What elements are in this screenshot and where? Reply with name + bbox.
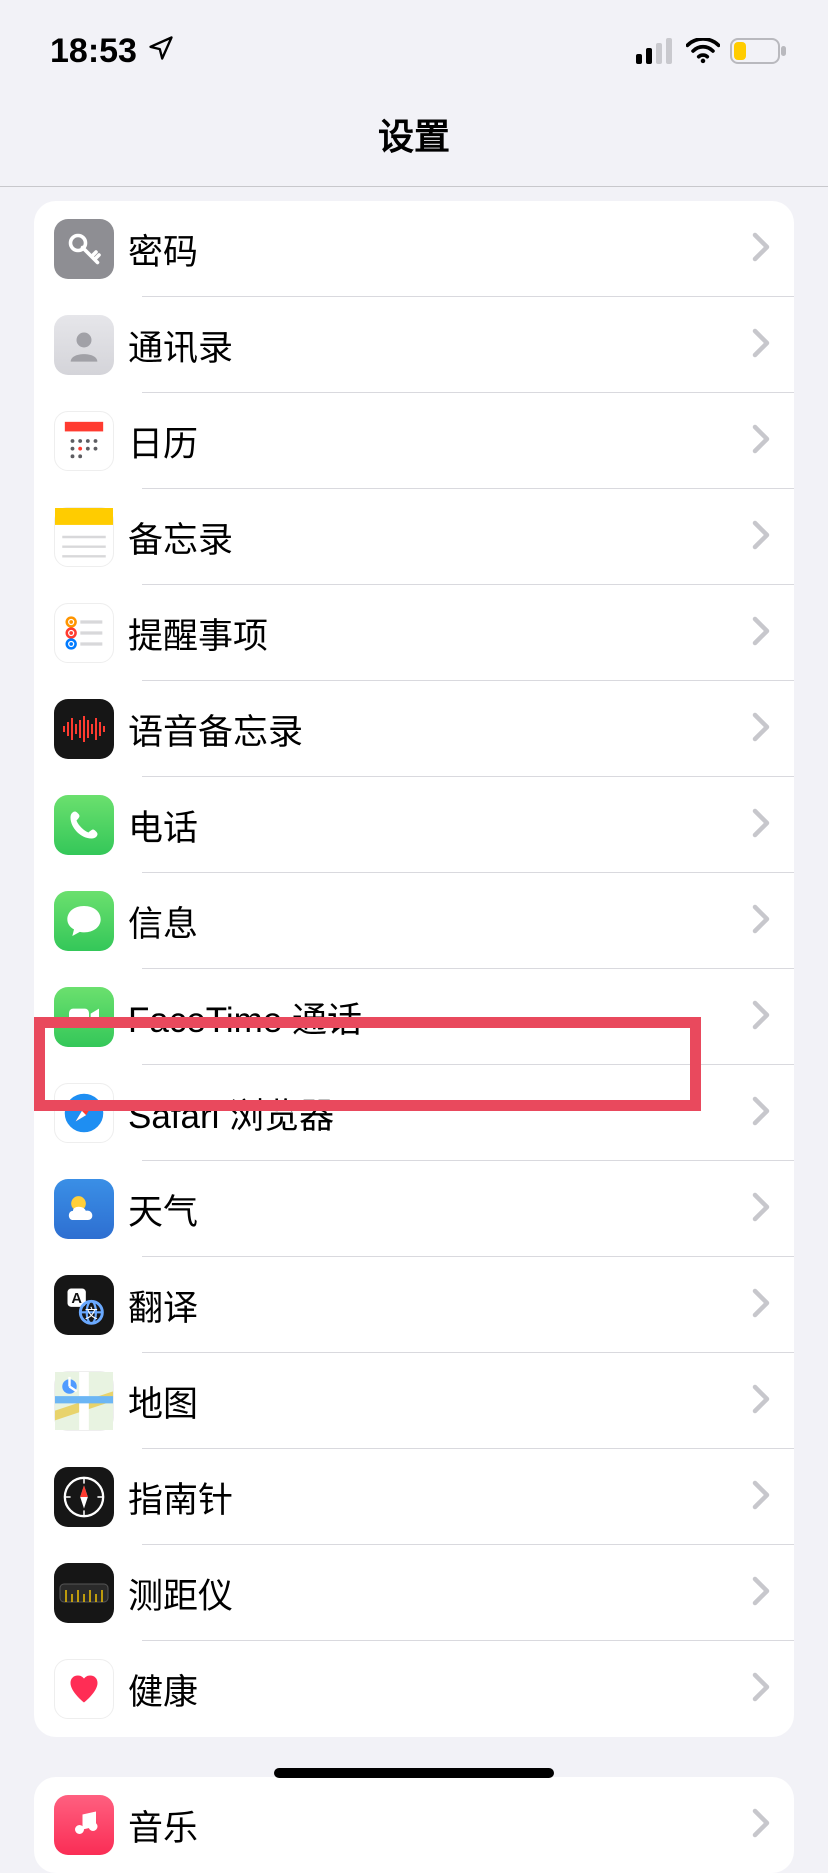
row-maps[interactable]: 地图 — [34, 1353, 794, 1449]
chevron-right-icon — [752, 520, 770, 555]
voice-memos-icon — [54, 699, 114, 759]
row-label: 信息 — [114, 896, 752, 947]
calendar-icon — [54, 411, 114, 471]
row-label: 密码 — [114, 224, 752, 275]
chevron-right-icon — [752, 424, 770, 459]
chevron-right-icon — [752, 616, 770, 651]
row-label: 音乐 — [114, 1800, 752, 1851]
svg-text:文: 文 — [85, 1306, 98, 1321]
row-label: 通讯录 — [114, 320, 752, 371]
row-safari[interactable]: Safari 浏览器 — [34, 1065, 794, 1161]
row-label: 日历 — [114, 416, 752, 467]
row-label: 指南针 — [114, 1472, 752, 1523]
row-phone[interactable]: 电话 — [34, 777, 794, 873]
health-icon — [54, 1659, 114, 1719]
row-label: 备忘录 — [114, 512, 752, 563]
chevron-right-icon — [752, 1480, 770, 1515]
chevron-right-icon — [752, 808, 770, 843]
row-passwords[interactable]: 密码 — [34, 201, 794, 297]
row-compass[interactable]: 指南针 — [34, 1449, 794, 1545]
row-notes[interactable]: 备忘录 — [34, 489, 794, 585]
row-translate[interactable]: A文 翻译 — [34, 1257, 794, 1353]
row-label: FaceTime 通话 — [114, 992, 752, 1043]
reminders-icon — [54, 603, 114, 663]
row-label: 测距仪 — [114, 1568, 752, 1619]
page-title: 设置 — [0, 90, 828, 187]
chevron-right-icon — [752, 1576, 770, 1611]
row-label: 翻译 — [114, 1280, 752, 1331]
compass-icon — [54, 1467, 114, 1527]
chevron-right-icon — [752, 1288, 770, 1323]
row-label: 提醒事项 — [114, 608, 752, 659]
row-measure[interactable]: 测距仪 — [34, 1545, 794, 1641]
chevron-right-icon — [752, 904, 770, 939]
wifi-icon — [686, 38, 720, 64]
weather-icon — [54, 1179, 114, 1239]
row-reminders[interactable]: 提醒事项 — [34, 585, 794, 681]
row-contacts[interactable]: 通讯录 — [34, 297, 794, 393]
translate-icon: A文 — [54, 1275, 114, 1335]
svg-text:A: A — [71, 1291, 82, 1307]
row-facetime[interactable]: FaceTime 通话 — [34, 969, 794, 1065]
phone-icon — [54, 795, 114, 855]
contacts-icon — [54, 315, 114, 375]
music-icon — [54, 1795, 114, 1855]
cell-signal-icon — [636, 38, 676, 64]
row-calendar[interactable]: 日历 — [34, 393, 794, 489]
status-time: 18:53 — [50, 32, 137, 71]
row-weather[interactable]: 天气 — [34, 1161, 794, 1257]
row-label: 电话 — [114, 800, 752, 851]
chevron-right-icon — [752, 1000, 770, 1035]
row-label: 天气 — [114, 1184, 752, 1235]
measure-icon — [54, 1563, 114, 1623]
maps-icon — [54, 1371, 114, 1431]
status-bar: 18:53 — [0, 0, 828, 90]
row-label: 语音备忘录 — [114, 704, 752, 755]
chevron-right-icon — [752, 1384, 770, 1419]
row-music[interactable]: 音乐 — [34, 1777, 794, 1873]
row-health[interactable]: 健康 — [34, 1641, 794, 1737]
chevron-right-icon — [752, 1808, 770, 1843]
row-messages[interactable]: 信息 — [34, 873, 794, 969]
chevron-right-icon — [752, 1192, 770, 1227]
messages-icon — [54, 891, 114, 951]
row-voice-memos[interactable]: 语音备忘录 — [34, 681, 794, 777]
chevron-right-icon — [752, 1672, 770, 1707]
row-label: 地图 — [114, 1376, 752, 1427]
chevron-right-icon — [752, 712, 770, 747]
battery-icon — [730, 38, 788, 64]
chevron-right-icon — [752, 232, 770, 267]
settings-group-2: 音乐 — [34, 1777, 794, 1873]
chevron-right-icon — [752, 328, 770, 363]
status-left: 18:53 — [50, 32, 175, 71]
safari-icon — [54, 1083, 114, 1143]
facetime-icon — [54, 987, 114, 1047]
key-icon — [54, 219, 114, 279]
row-label: 健康 — [114, 1664, 752, 1715]
status-right — [636, 38, 788, 64]
settings-group-1: 密码 通讯录 日历 备忘录 — [34, 201, 794, 1737]
row-label: Safari 浏览器 — [114, 1088, 752, 1139]
chevron-right-icon — [752, 1096, 770, 1131]
notes-icon — [54, 507, 114, 567]
location-icon — [147, 32, 175, 71]
home-indicator — [274, 1768, 554, 1778]
